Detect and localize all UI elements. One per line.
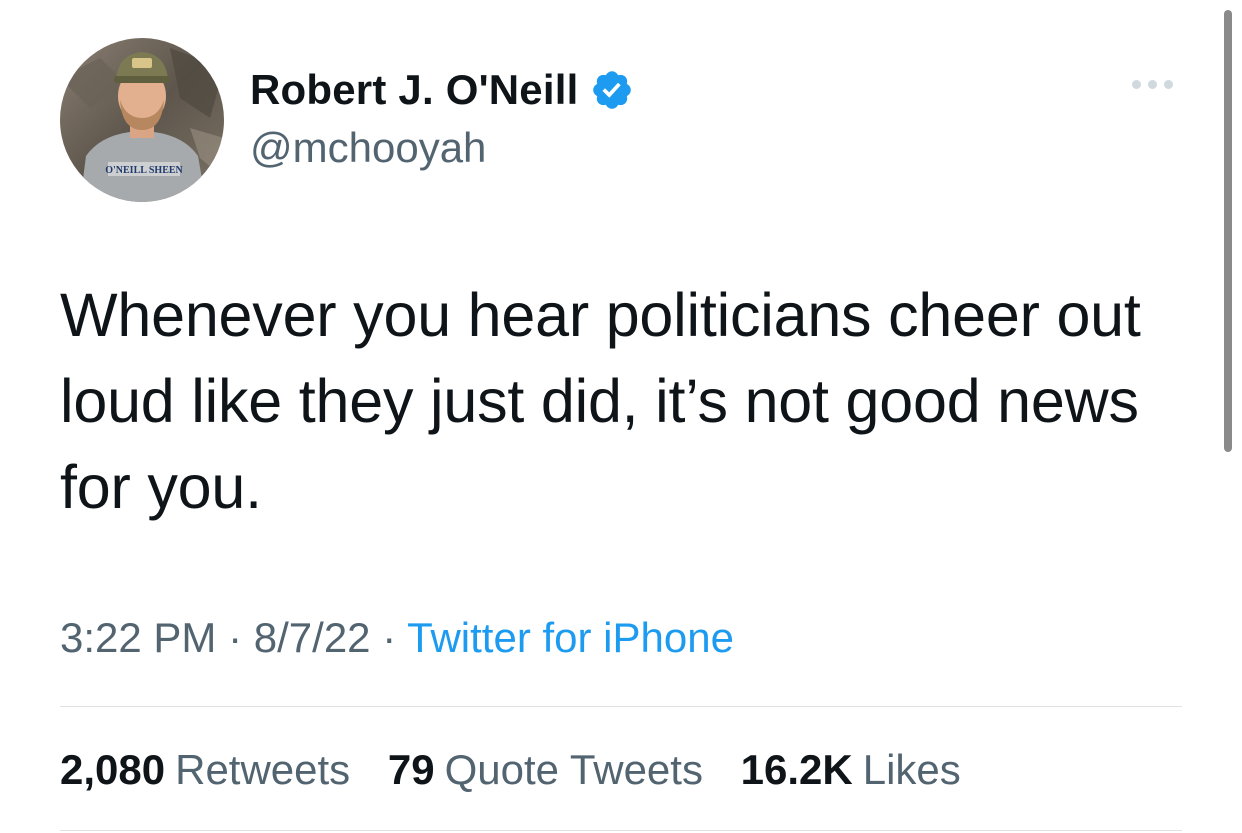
- meta-separator: ·: [382, 614, 397, 661]
- verified-badge-icon: [593, 71, 632, 109]
- author-name[interactable]: Robert J. O'Neill: [250, 64, 578, 116]
- author-name-row: Robert J. O'Neill: [250, 64, 634, 116]
- author-avatar[interactable]: O'NEILL SHEEN: [60, 38, 224, 202]
- profile-photo: O'NEILL SHEEN: [60, 38, 224, 202]
- divider: [60, 706, 1182, 707]
- tweet-source-link[interactable]: Twitter for iPhone: [407, 614, 734, 661]
- tweet-time[interactable]: 3:22 PM: [60, 614, 216, 661]
- more-options-icon[interactable]: [1132, 80, 1173, 89]
- shirt-text: O'NEILL SHEEN: [105, 165, 183, 176]
- quote-tweets-stat[interactable]: 79 Quote Tweets: [388, 746, 703, 793]
- tweet-text: Whenever you hear politicians cheer out …: [60, 281, 1141, 521]
- tweet-meta: 3:22 PM · 8/7/22 · Twitter for iPhone: [60, 610, 734, 666]
- more-dot: [1132, 80, 1141, 89]
- retweets-label: Retweets: [175, 746, 351, 793]
- retweets-count: 2,080: [60, 746, 166, 793]
- tweet-stats: 2,080 Retweets 79 Quote Tweets 16.2K Likes: [60, 740, 987, 800]
- quote-tweets-label: Quote Tweets: [444, 746, 703, 793]
- likes-stat[interactable]: 16.2K Likes: [741, 746, 961, 793]
- meta-separator: ·: [228, 614, 243, 661]
- quote-tweets-count: 79: [387, 746, 435, 793]
- likes-label: Likes: [862, 746, 961, 793]
- scrollbar[interactable]: [1224, 10, 1232, 452]
- tweet-date[interactable]: 8/7/22: [254, 614, 371, 661]
- retweets-stat[interactable]: 2,080 Retweets: [60, 746, 350, 793]
- likes-count: 16.2K: [740, 746, 853, 793]
- more-dot: [1164, 80, 1173, 89]
- author-handle[interactable]: @mchooyah: [250, 122, 486, 174]
- divider: [60, 830, 1182, 831]
- more-dot: [1148, 80, 1157, 89]
